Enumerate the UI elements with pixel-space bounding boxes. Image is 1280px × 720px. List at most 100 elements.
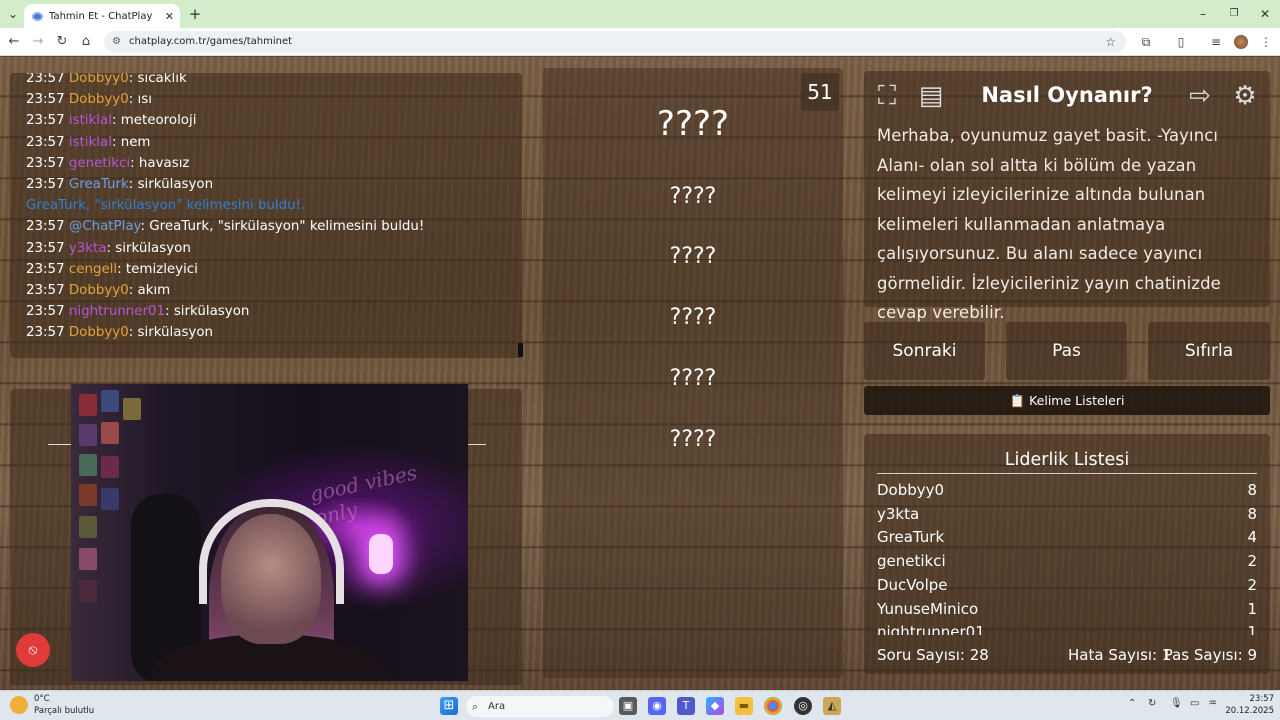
error-count: Hata Sayısı: 1 [1068, 646, 1172, 664]
menu-icon[interactable]: ⋮ [1257, 33, 1275, 51]
tray-chevron-icon[interactable]: ⌃ [1128, 698, 1136, 709]
forbidden-word: ???? [669, 427, 717, 452]
reading-mode-icon[interactable]: ▯ [1172, 33, 1190, 51]
chat-nick[interactable]: y3kta [69, 241, 107, 256]
weather-desc: Parçalı bulutlu [34, 706, 95, 716]
search-placeholder: Ara [488, 701, 506, 712]
chat-message: 23:57 Dobbyy0: ısı [26, 92, 152, 107]
chat-nick[interactable]: genetikci [69, 156, 130, 171]
forward-icon[interactable]: → [29, 33, 47, 51]
teams-icon[interactable]: T [677, 697, 695, 715]
obs-icon[interactable]: ◎ [794, 697, 812, 715]
chat-time: 23:57 [26, 261, 65, 277]
chat-nick[interactable]: GreaTurk [69, 177, 129, 192]
discord-icon[interactable]: ◉ [648, 697, 666, 715]
app-icon[interactable]: ◭ [823, 697, 841, 715]
temperature: 0°C [34, 694, 50, 704]
bookmark-star-icon[interactable]: ☆ [1105, 31, 1116, 53]
site-info-icon[interactable]: ⚙ [112, 31, 121, 53]
mute-button[interactable]: ⦸ [16, 633, 50, 667]
file-explorer-icon[interactable]: ▬ [735, 697, 753, 715]
question-count: Soru Sayısı: 28 [877, 646, 989, 664]
chat-message: 23:57 istiklal: meteoroloji [26, 113, 196, 128]
leaderboard-score: 8 [1247, 504, 1257, 523]
chat-nick[interactable]: Dobbyy0 [69, 325, 129, 340]
minimize-icon[interactable]: – [1194, 5, 1212, 23]
chat-message: 23:57 Dobbyy0: akım [26, 283, 170, 298]
settings-gear-icon[interactable]: ⚙ [1229, 81, 1261, 113]
chat-text: : akım [128, 283, 171, 298]
task-view-icon[interactable]: ▣ [619, 697, 637, 715]
media-control-icon[interactable]: ≡ [1207, 33, 1225, 51]
howto-title: Nasıl Oynanır? [981, 83, 1153, 107]
url-input[interactable]: ⚙ chatplay.com.tr/games/tahminet ☆ [104, 31, 1126, 53]
chat-nick[interactable]: cengell [69, 262, 117, 277]
system-clock[interactable]: 23:57 20.12.2025 [1225, 693, 1274, 717]
logout-icon[interactable]: ⇨ [1184, 81, 1216, 113]
clock-time: 23:57 [1249, 694, 1275, 704]
display-icon[interactable]: ▭ [1190, 698, 1199, 709]
next-button[interactable]: Sonraki [864, 322, 985, 380]
chat-nick[interactable]: @ChatPlay [69, 219, 141, 234]
chat-panel: 23:57 Dobbyy0: sıcaklık 23:57 Dobbyy0: ıs… [10, 73, 522, 358]
notes-icon[interactable]: ▤ [915, 81, 947, 113]
game-page: 23:57 Dobbyy0: sıcaklık 23:57 Dobbyy0: ıs… [0, 57, 1280, 690]
address-bar: ← → ↻ ⌂ ⚙ chatplay.com.tr/games/tahminet… [0, 28, 1280, 56]
chatplay-favicon-icon [32, 11, 43, 21]
chat-nick[interactable]: istiklal [69, 135, 112, 150]
copilot-icon[interactable]: ◆ [706, 697, 724, 715]
start-icon[interactable]: ⊞ [440, 697, 458, 715]
chat-text: : sirkülasyon [128, 177, 214, 192]
chrome-icon[interactable] [764, 697, 782, 715]
search-icon: ⌕ [472, 700, 479, 713]
forbidden-word: ???? [669, 184, 717, 209]
leaderboard-score: 1 [1247, 599, 1257, 618]
clipboard-icon: 📋 [1009, 393, 1026, 408]
chat-nick[interactable]: Dobbyy0 [69, 92, 129, 107]
leaderboard-list[interactable]: Dobbyy0 8 y3kta 8 GreaTurk 4 genetikci 2 DucVolp… [877, 481, 1257, 635]
tab-title: Tahmin Et - ChatPlay [49, 10, 153, 22]
leaderboard-name: genetikci [877, 552, 946, 571]
leaderboard-name: GreaTurk [877, 528, 945, 547]
new-tab-icon[interactable]: + [186, 5, 204, 23]
chat-nick[interactable]: Dobbyy0 [69, 283, 129, 298]
tray-sync-icon[interactable]: ↻ [1148, 698, 1156, 709]
chat-nick[interactable]: Dobbyy0 [69, 73, 129, 86]
pass-count: Pas Sayısı: 9 [1163, 646, 1257, 664]
chat-text: : sıcaklık [128, 73, 187, 86]
chat-nick[interactable]: istiklal [69, 113, 112, 128]
browser-tab[interactable]: Tahmin Et - ChatPlay ✕ [24, 4, 180, 28]
back-icon[interactable]: ← [5, 33, 23, 51]
restore-icon[interactable]: ❐ [1225, 5, 1243, 23]
leaderboard-divider [877, 473, 1257, 474]
profile-avatar[interactable] [1234, 35, 1248, 49]
leaderboard-row: YunuseMinico 1 [877, 600, 1257, 623]
home-icon[interactable]: ⌂ [77, 33, 95, 51]
close-window-icon[interactable]: ✕ [1256, 5, 1274, 23]
reset-button[interactable]: Sıfırla [1148, 322, 1270, 380]
chat-text: : sirkülasyon [106, 240, 191, 256]
reload-icon[interactable]: ↻ [53, 33, 71, 51]
close-tab-icon[interactable]: ✕ [165, 10, 174, 23]
taskbar-search[interactable]: ⌕ Ara [466, 696, 614, 717]
chat-time: 23:57 [26, 92, 65, 108]
url-text: chatplay.com.tr/games/tahminet [129, 36, 293, 47]
leaderboard-score: 2 [1247, 552, 1257, 571]
network-icon[interactable]: ♒ [1208, 698, 1217, 709]
chat-message: 23:57 nightrunner01: sirkülasyon [26, 304, 249, 319]
fullscreen-icon[interactable]: ⛶ [871, 81, 903, 113]
extensions-icon[interactable]: ⧉ [1137, 33, 1155, 51]
microphone-icon[interactable]: 🎙 [1170, 698, 1183, 709]
leaderboard-name: YunuseMinico [877, 599, 979, 618]
tab-search-icon[interactable]: ⌄ [4, 5, 22, 23]
chat-scrollbar[interactable] [518, 343, 523, 357]
chat-message: 23:57 y3kta: sirkülasyon [26, 241, 191, 256]
chat-nick[interactable]: nightrunner01 [69, 304, 165, 319]
pass-button[interactable]: Pas [1006, 322, 1127, 380]
chat-text: : ısı [128, 92, 152, 108]
leaderboard-row: GreaTurk 4 [877, 528, 1257, 551]
chat-message: 23:57 Dobbyy0: sıcaklık [26, 73, 187, 86]
chat-message: 23:57 cengell: temizleyici [26, 262, 198, 277]
word-lists-button[interactable]: 📋 Kelime Listeleri [864, 386, 1270, 415]
leaderboard-row: y3kta 8 [877, 505, 1257, 528]
